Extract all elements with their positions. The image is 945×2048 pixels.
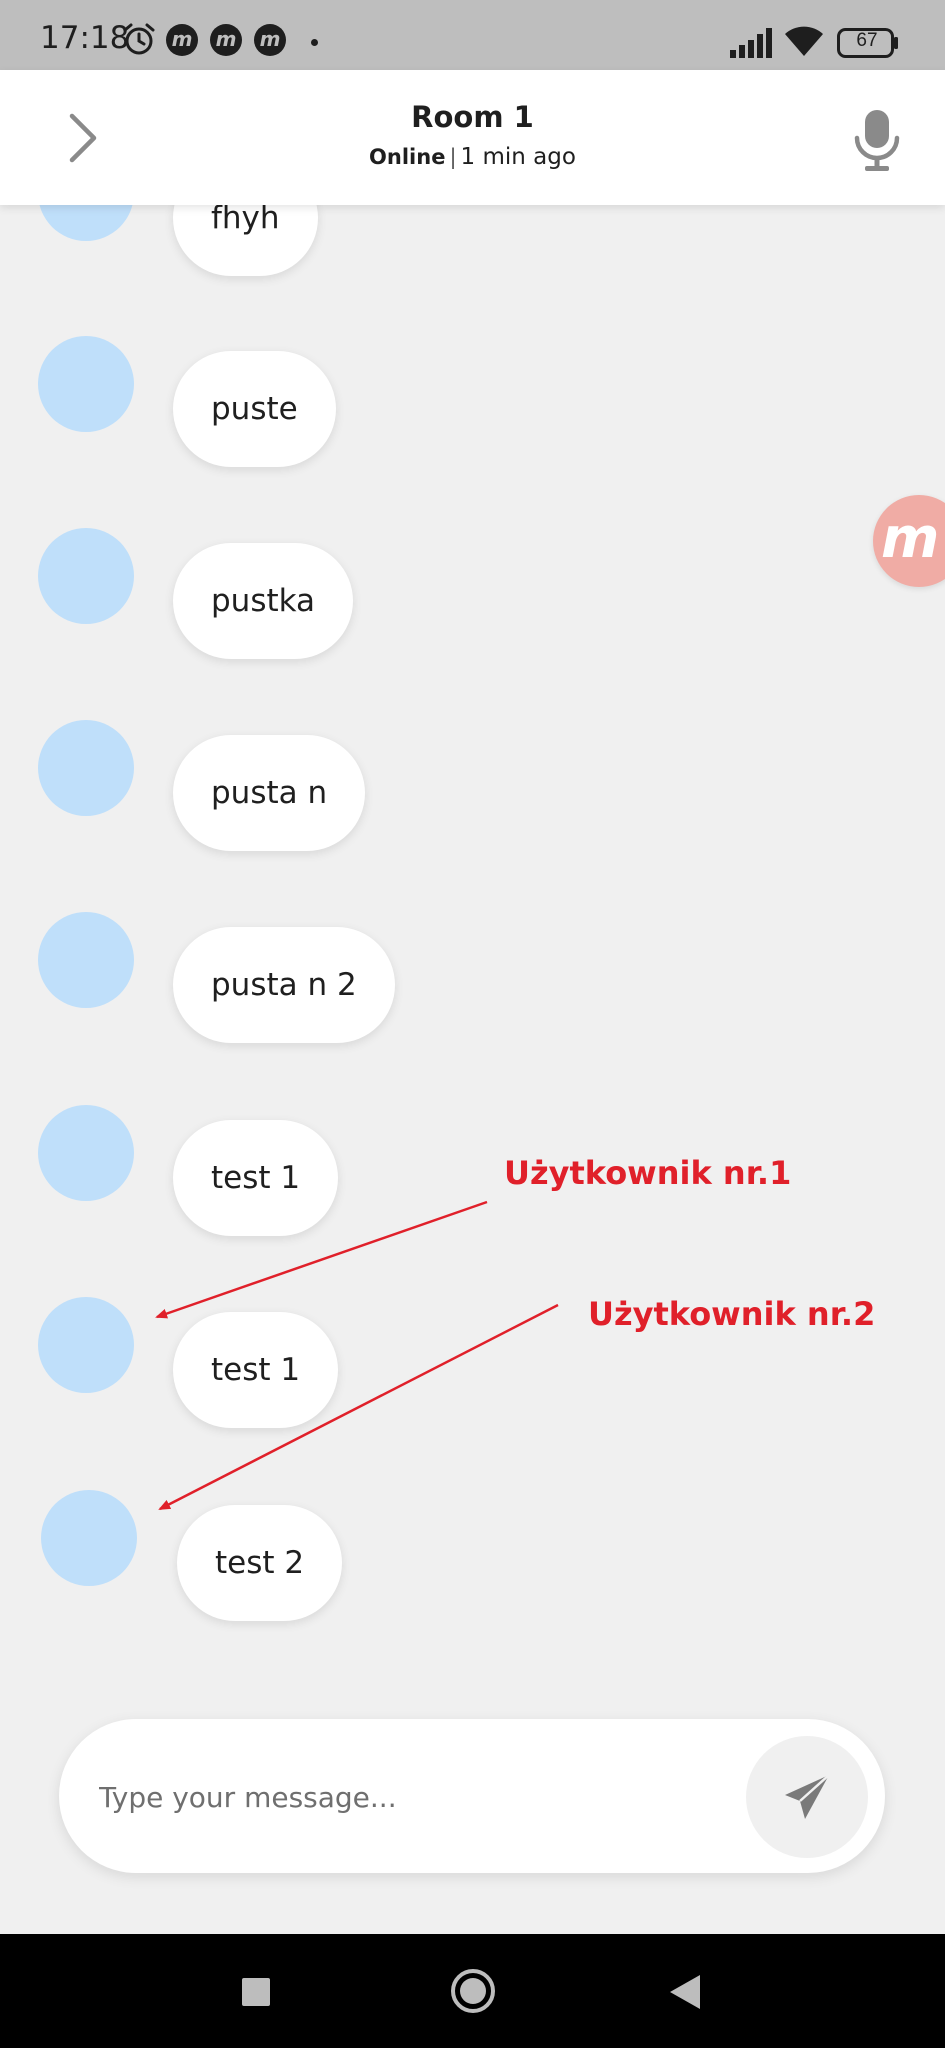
message-item: test 2 — [0, 1490, 945, 1621]
message-composer — [59, 1719, 885, 1873]
status-bar: 17:18 m m m 67 — [0, 0, 945, 70]
send-button[interactable] — [746, 1736, 868, 1858]
message-bubble: test 1 — [173, 1312, 339, 1428]
message-bubble: pusta n — [173, 735, 366, 851]
avatar — [38, 336, 134, 432]
status-time: 17:18 — [40, 20, 130, 56]
room-title: Room 1 — [411, 100, 534, 134]
annotation-user-1: Użytkownik nr.1 — [504, 1154, 792, 1192]
avatar — [38, 528, 134, 624]
message-bubble: pustka — [173, 543, 354, 659]
message-list[interactable]: fhyh puste pustka pusta n pusta n 2 test… — [0, 205, 945, 1680]
room-status-line: Online | 1 min ago — [0, 144, 945, 170]
send-icon — [785, 1774, 830, 1819]
message-bubble: test 2 — [177, 1505, 343, 1621]
message-item: pusta n 2 — [0, 912, 945, 1043]
message-item: test 1 — [0, 1105, 945, 1236]
system-nav-bar — [0, 1934, 945, 2048]
avatar — [38, 1297, 134, 1393]
avatar — [38, 1105, 134, 1201]
message-bubble: puste — [173, 351, 336, 467]
recents-icon[interactable] — [241, 1977, 271, 2007]
message-input[interactable] — [97, 1766, 741, 1828]
microphone-icon[interactable] — [853, 108, 901, 172]
annotation-user-2: Użytkownik nr.2 — [588, 1295, 876, 1333]
alarm-icon — [123, 23, 155, 55]
message-item: pusta n — [0, 720, 945, 851]
message-bubble: test 1 — [173, 1120, 339, 1236]
home-icon[interactable] — [450, 1968, 496, 2014]
message-item: puste — [0, 336, 945, 467]
app-notification-icon: m — [210, 24, 242, 56]
status-separator: | — [449, 145, 457, 169]
message-bubble: pusta n 2 — [173, 927, 395, 1043]
last-seen: 1 min ago — [460, 144, 576, 170]
app-notification-icon: m — [166, 24, 198, 56]
message-item: pustka — [0, 528, 945, 659]
notification-more-dot — [311, 39, 318, 46]
avatar — [41, 1490, 137, 1586]
avatar — [38, 912, 134, 1008]
chat-header: Room 1 Online | 1 min ago — [0, 70, 945, 205]
app-notification-icon: m — [254, 24, 286, 56]
avatar — [38, 205, 134, 241]
online-status: Online — [369, 145, 446, 169]
message-bubble: fhyh — [173, 205, 318, 276]
avatar — [38, 720, 134, 816]
signal-icon — [730, 28, 772, 58]
message-item: fhyh — [0, 205, 945, 276]
battery-level: 67 — [856, 30, 878, 51]
wifi-icon — [785, 26, 823, 56]
back-icon[interactable] — [669, 1974, 701, 2010]
